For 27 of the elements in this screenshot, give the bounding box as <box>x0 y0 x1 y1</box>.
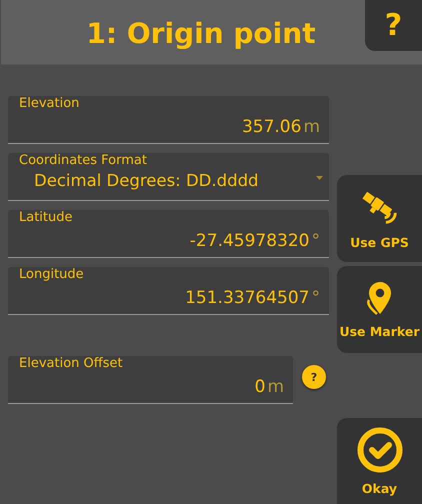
field-label: Coordinates Format <box>19 153 147 169</box>
use-marker-button[interactable]: Use Marker <box>337 266 422 353</box>
unit-label: ° <box>312 231 320 251</box>
page-title: 1: Origin point <box>85 17 317 51</box>
unit-label: m <box>303 117 320 137</box>
dropdown-value: Decimal Degrees: DD.dddd <box>34 171 259 191</box>
input-field[interactable]: Latitude -27.45978320° <box>8 210 329 258</box>
field-label: Elevation Offset <box>19 356 123 372</box>
unit-label: m <box>267 377 284 397</box>
field-value: 151.33764507 <box>185 288 310 308</box>
input-field[interactable]: Elevation 357.06 m <box>8 96 329 144</box>
caret-icon <box>316 176 323 180</box>
field-label: Latitude <box>19 210 73 226</box>
okay-button[interactable]: Okay <box>337 418 422 504</box>
field-value: -27.45978320 <box>190 231 310 251</box>
input-field[interactable]: Longitude 151.33764507° <box>8 267 329 315</box>
input-field[interactable]: Elevation Offset 0 m <box>8 356 293 404</box>
field-value: 0 <box>254 377 266 397</box>
check-circle-icon <box>356 426 402 472</box>
field-value: 357.06 <box>242 117 302 137</box>
use-gps-button[interactable]: Use GPS <box>337 175 422 262</box>
unit-label: ° <box>312 288 320 308</box>
field-label: Longitude <box>19 267 84 283</box>
field-label: Elevation <box>19 96 80 112</box>
help-button[interactable]: ? <box>302 365 326 389</box>
help-button[interactable]: ? <box>365 0 422 51</box>
format-dropdown[interactable]: Coordinates Format Decimal Degrees: DD.dddd <box>8 153 329 201</box>
